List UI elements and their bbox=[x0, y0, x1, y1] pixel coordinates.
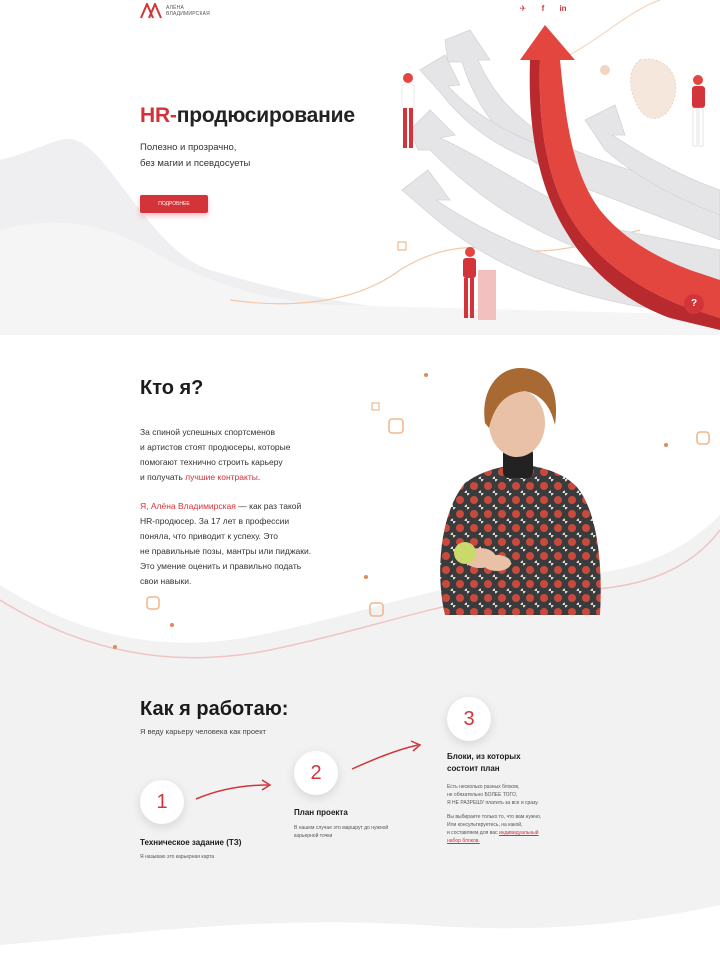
step-2-badge: 2 bbox=[294, 751, 338, 795]
about-section: Кто я? За спиной успешных спортсменов и … bbox=[0, 335, 720, 665]
portrait-photo bbox=[440, 368, 601, 615]
figure-bottom bbox=[463, 247, 496, 320]
step-1-text: Я называю это карьерная карта bbox=[140, 854, 215, 860]
step-3-text: Есть несколько разных блоков, не обязате… bbox=[447, 783, 597, 845]
hero-section: АЛЁНА ВЛАДИМИРСКАЯ ✈ f in HR-продюсирова… bbox=[0, 0, 720, 335]
hero-title: HR-продюсирование bbox=[140, 104, 355, 127]
how-subtitle: Я веду карьеру человека как проект bbox=[140, 727, 266, 736]
about-paragraph-1: За спиной успешных спортсменов и артисто… bbox=[140, 427, 291, 482]
how-section: Как я работаю: Я веду карьеру человека к… bbox=[0, 665, 720, 960]
step-1-title: Техническое задание (ТЗ) bbox=[140, 838, 242, 847]
telegram-icon[interactable]: ✈ bbox=[518, 4, 528, 14]
step-3-badge: 3 bbox=[447, 697, 491, 741]
how-title: Как я работаю: bbox=[140, 698, 289, 720]
facebook-icon[interactable]: f bbox=[538, 4, 548, 14]
linkedin-icon[interactable]: in bbox=[558, 4, 568, 14]
help-button[interactable]: ? bbox=[684, 294, 704, 314]
figure-top-right bbox=[692, 75, 705, 147]
brand-logo[interactable]: АЛЁНА ВЛАДИМИРСКАЯ bbox=[140, 3, 210, 19]
logo-text: АЛЁНА ВЛАДИМИРСКАЯ bbox=[166, 5, 210, 17]
step-2-title: План проекта bbox=[294, 808, 348, 817]
step-1-badge: 1 bbox=[140, 780, 184, 824]
about-title: Кто я? bbox=[140, 377, 204, 399]
more-button[interactable]: ПОДРОБНЕЕ bbox=[140, 195, 208, 213]
about-paragraph-2: Я, Алёна Владимирская — как раз такой HR… bbox=[140, 501, 312, 586]
step-3-title: Блоки, из которых состоит план bbox=[447, 752, 521, 773]
blocks-link[interactable]: набор блоков. bbox=[447, 837, 597, 845]
figure-top-left bbox=[401, 73, 415, 148]
hero-subtitle: Полезно и прозрачно, без магии и псевдос… bbox=[140, 142, 251, 169]
hero-illustration bbox=[0, 0, 720, 335]
step-2-text: В нашем случае это маршрут до нужной кар… bbox=[294, 825, 389, 839]
logo-mark-icon bbox=[140, 3, 162, 19]
how-background bbox=[0, 665, 720, 960]
social-links: ✈ f in bbox=[518, 4, 568, 14]
individual-link[interactable]: индивидуальный bbox=[499, 830, 539, 836]
